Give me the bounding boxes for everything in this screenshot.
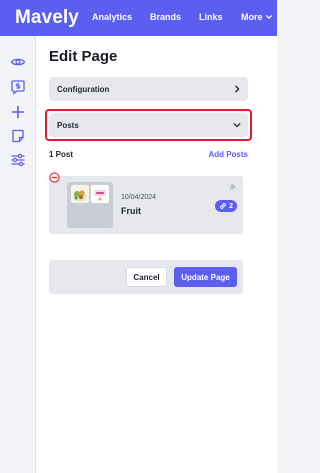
post-thumbnail-group bbox=[67, 182, 113, 228]
sliders-icon[interactable] bbox=[10, 152, 26, 168]
post-card[interactable]: 10/04/2024 Fruit 2 bbox=[49, 176, 243, 234]
link-count: 2 bbox=[229, 202, 233, 210]
posts-section[interactable]: Posts bbox=[49, 113, 248, 137]
cancel-button[interactable]: Cancel bbox=[126, 267, 167, 287]
link-count-badge[interactable]: 2 bbox=[215, 200, 237, 212]
nav-link-more[interactable]: More bbox=[241, 12, 263, 22]
remove-post-icon[interactable] bbox=[49, 172, 60, 183]
configuration-section[interactable]: Configuration bbox=[49, 77, 248, 101]
nav-link-links[interactable]: Links bbox=[199, 12, 223, 22]
chevron-down-icon[interactable] bbox=[265, 13, 273, 21]
logo[interactable]: Mavely bbox=[15, 7, 79, 29]
eye-icon[interactable] bbox=[10, 54, 26, 70]
chevron-down-icon bbox=[233, 123, 241, 128]
update-page-button[interactable]: Update Page bbox=[174, 267, 237, 287]
post-title: Fruit bbox=[121, 206, 141, 216]
pin-icon[interactable] bbox=[228, 182, 237, 191]
nav-link-analytics[interactable]: Analytics bbox=[92, 12, 132, 22]
post-count: 1 Post bbox=[49, 150, 74, 159]
top-nav: Mavely Analytics Brands Links More bbox=[0, 0, 277, 36]
sidebar bbox=[0, 36, 36, 473]
posts-label: Posts bbox=[57, 120, 79, 130]
main-panel: Edit Page Configuration Posts 1 Post Add… bbox=[36, 36, 277, 473]
plus-icon[interactable] bbox=[10, 104, 26, 120]
form-actions: Cancel Update Page bbox=[49, 260, 243, 294]
chevron-right-icon bbox=[235, 85, 240, 93]
post-thumbnail-brand bbox=[91, 185, 109, 203]
post-date: 10/04/2024 bbox=[121, 194, 157, 201]
nav-link-brands[interactable]: Brands bbox=[150, 12, 181, 22]
note-icon[interactable] bbox=[10, 128, 26, 144]
link-icon bbox=[220, 203, 226, 209]
add-posts-link[interactable]: Add Posts bbox=[208, 150, 248, 159]
page-title: Edit Page bbox=[49, 48, 118, 65]
post-thumbnail-food bbox=[71, 185, 89, 203]
dollar-chat-icon[interactable] bbox=[10, 79, 26, 95]
configuration-label: Configuration bbox=[57, 84, 110, 94]
